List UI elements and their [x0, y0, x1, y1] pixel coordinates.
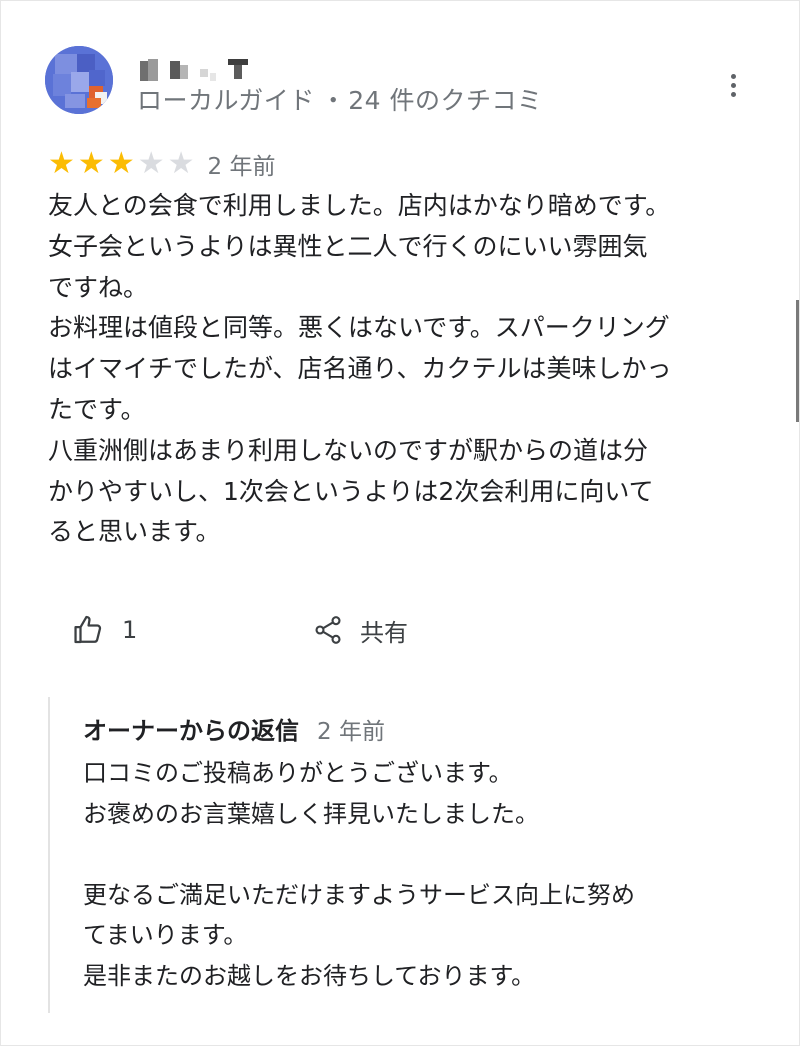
owner-reply-line: 是非またのお越しをお待ちしております。 [83, 961, 536, 990]
thumb-up-icon [74, 615, 102, 644]
review-date: 2 年前 [207, 154, 276, 180]
owner-reply-line: 更なるご満足いただけますようサービス向上に努め [83, 880, 635, 909]
local-guide-badge: ローカルガイド [137, 86, 315, 115]
owner-reply-line [83, 834, 635, 875]
star-filled-icon: ★ [77, 146, 105, 181]
review-text-line: ですね。 [48, 272, 149, 302]
review-text-line: かりやすいし、1次会というよりは2次会利用に向いて [48, 476, 654, 506]
review-text: 友人との会食で利用しました。店内はかなり暗めです。 女子会というよりは異性と二人で… [48, 186, 768, 553]
owner-reply-line: てまいります。 [83, 921, 248, 950]
review-text-line: 友人との会食で利用しました。店内はかなり暗めです。 [48, 191, 671, 220]
share-icon [315, 616, 341, 644]
owner-reply: オーナーからの返信 2 年前 口コミのご投稿ありがとうございます。 お褒めのお言葉… [48, 697, 770, 1013]
scrollbar-thumb[interactable] [796, 300, 799, 422]
reviewer-avatar[interactable] [45, 46, 113, 114]
review-text-line: ると思います。 [48, 517, 221, 547]
review-text-line: 女子会というよりは異性と二人で行くのにいい雰囲気 [48, 231, 648, 261]
star-empty-icon: ★ [167, 146, 195, 181]
star-filled-icon: ★ [107, 146, 135, 181]
meta-separator: ・ [320, 86, 347, 115]
like-button[interactable]: 1 [72, 608, 137, 652]
owner-reply-line: お褒めのお言葉嬉しく拝見いたしました。 [83, 799, 539, 828]
review-text-line: たです。 [48, 394, 146, 424]
share-button[interactable]: 共有 [312, 608, 408, 652]
owner-reply-header: オーナーからの返信 2 年前 [83, 711, 385, 746]
rating-row: ★ ★ ★ ★ ★ 2 年前 [48, 146, 275, 182]
review-text-line: お料理は値段と同等。悪くはないです。スパークリング [48, 313, 670, 343]
more-options-button[interactable] [718, 68, 748, 102]
star-rating: ★ ★ ★ ★ ★ [48, 149, 198, 179]
owner-reply-line: 口コミのご投稿ありがとうございます。 [83, 759, 513, 787]
review-text-line: 八重洲側はあまり利用しないのですが駅からの道は分 [48, 435, 649, 465]
owner-reply-title: オーナーからの返信 [83, 717, 299, 745]
owner-reply-date: 2 年前 [317, 719, 385, 745]
like-count: 1 [122, 616, 138, 644]
review-count: 24 件のクチコミ [348, 86, 543, 115]
share-label: 共有 [360, 618, 408, 647]
reviewer-meta: ローカルガイド ・24 件のクチコミ [137, 84, 543, 118]
star-filled-icon: ★ [48, 146, 75, 181]
star-empty-icon: ★ [137, 146, 165, 181]
reviewer-name-redacted[interactable] [138, 55, 256, 83]
review-text-line: はイマイチでしたが、店名通り、カクテルは美味しかっ [48, 354, 672, 384]
owner-reply-text: 口コミのご投稿ありがとうございます。 お褒めのお言葉嬉しく拝見いたしました。更なる… [83, 753, 635, 997]
more-vert-icon [730, 73, 736, 79]
